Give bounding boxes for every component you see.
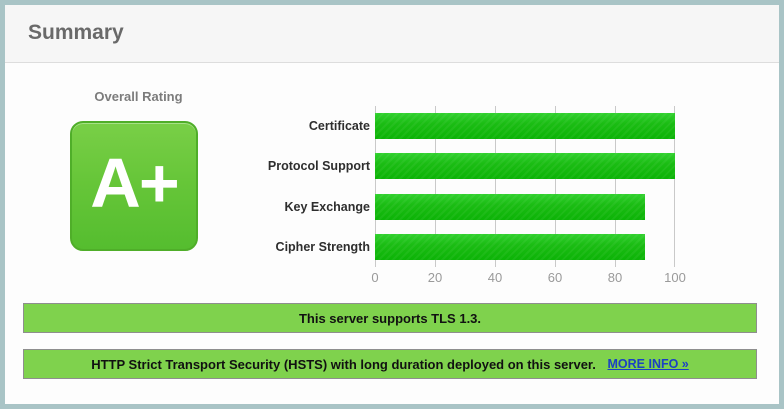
bar-row [375, 106, 675, 146]
x-tick-label: 40 [487, 270, 503, 285]
x-tick-label: 0 [371, 270, 379, 285]
grade-badge: A+ [70, 121, 198, 251]
score-bar [375, 153, 675, 180]
score-bar [375, 193, 645, 220]
overall-rating-label: Overall Rating [94, 89, 183, 104]
x-tick-label: 60 [547, 270, 563, 285]
tls-support-text: This server supports TLS 1.3. [298, 310, 482, 326]
bar-row [375, 227, 675, 267]
category-label: Protocol Support [267, 159, 370, 174]
x-tick-label: 100 [664, 270, 686, 285]
tls-support-banner: This server supports TLS 1.3. [23, 303, 757, 333]
page-title: Summary [28, 21, 124, 44]
chart-x-axis: 0 20 40 60 80 100 [371, 270, 685, 288]
bar-chart-plot [375, 106, 675, 267]
category-label: Cipher Strength [275, 239, 370, 254]
hsts-text: HTTP Strict Transport Security (HSTS) wi… [91, 356, 600, 372]
summary-panel: Summary Overall Rating A+ Certificate Pro… [0, 0, 784, 409]
more-info-link[interactable]: MORE INFO » [608, 357, 689, 371]
category-label: Key Exchange [284, 199, 370, 214]
chart-labels: Certificate Protocol Support Key Exchange C… [202, 106, 370, 267]
bar-row [375, 187, 675, 227]
panel-content: Overall Rating A+ Certificate Protocol Su… [5, 63, 779, 404]
x-tick-label: 20 [427, 270, 443, 285]
score-bar [375, 113, 675, 139]
grade-value: A+ [90, 144, 179, 222]
hsts-banner: HTTP Strict Transport Security (HSTS) wi… [23, 349, 757, 379]
x-tick-label: 80 [607, 270, 623, 285]
score-bar [375, 233, 645, 260]
panel-header: Summary [5, 5, 779, 63]
bar-row [375, 146, 675, 186]
category-label: Certificate [308, 119, 370, 134]
